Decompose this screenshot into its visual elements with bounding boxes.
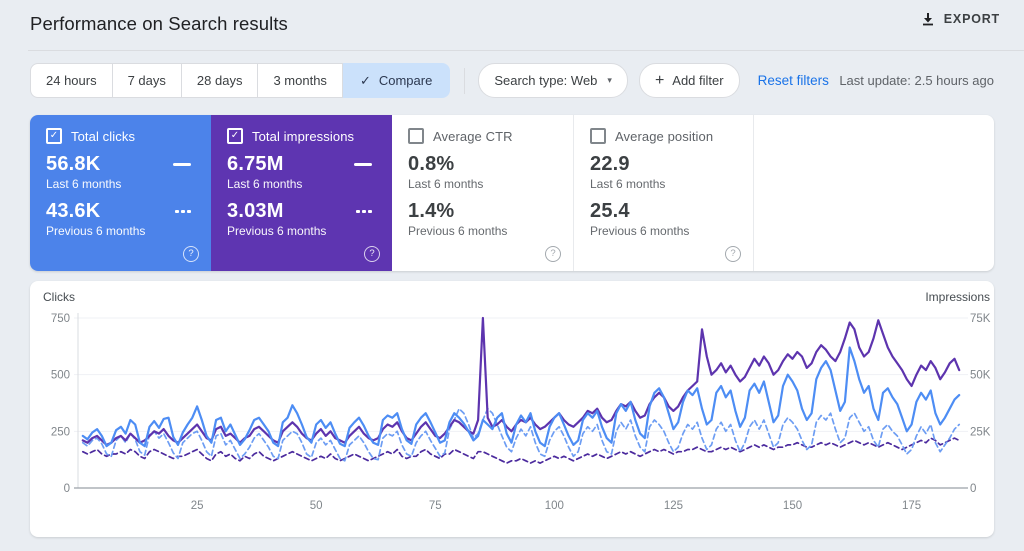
header-divider bbox=[28, 50, 1024, 51]
metric-value-previous: 1.4% bbox=[408, 200, 455, 222]
metric-caption-current: Last 6 months bbox=[590, 177, 666, 191]
export-label: EXPORT bbox=[943, 12, 1000, 26]
right-axis-tick: 50K bbox=[970, 370, 991, 382]
checkmark-icon: ✓ bbox=[49, 130, 59, 141]
metric-caption-current: Last 6 months bbox=[408, 177, 484, 191]
x-axis-tick: 75 bbox=[429, 500, 442, 512]
metric-caption-current: Last 6 months bbox=[46, 177, 122, 191]
metric-caption-previous: Previous 6 months bbox=[408, 224, 508, 238]
right-axis-tick: 0 bbox=[970, 483, 976, 495]
help-icon[interactable]: ? bbox=[545, 246, 561, 262]
plus-icon: + bbox=[654, 71, 665, 89]
add-filter-label: Add filter bbox=[672, 73, 724, 88]
metric-caption-previous: Previous 6 months bbox=[590, 224, 690, 238]
x-axis-tick: 175 bbox=[902, 500, 921, 512]
reset-filters-link[interactable]: Reset filters bbox=[758, 73, 829, 88]
left-axis-tick: 750 bbox=[51, 313, 70, 325]
x-axis-tick: 100 bbox=[545, 500, 564, 512]
page-title: Performance on Search results bbox=[30, 13, 288, 34]
metric-value-previous: 25.4 bbox=[590, 200, 630, 222]
add-filter-button[interactable]: + Add filter bbox=[638, 63, 740, 98]
date-chip-24-hours[interactable]: 24 hours bbox=[30, 63, 113, 98]
metric-card-label: Average position bbox=[615, 128, 714, 144]
left-axis-tick: 250 bbox=[51, 426, 70, 438]
metric-card-average-ctr[interactable]: Average CTR 0.8% Last 6 months 1.4% Prev… bbox=[392, 115, 573, 271]
left-axis-tick: 0 bbox=[64, 483, 70, 495]
checkbox-total-clicks[interactable]: ✓ bbox=[46, 128, 62, 144]
compare-label: Compare bbox=[378, 73, 433, 88]
search-type-label: Search type: Web bbox=[494, 73, 598, 88]
x-axis-tick: 150 bbox=[783, 500, 802, 512]
date-range-control: 24 hours 7 days 28 days 3 months ✓ Compa… bbox=[30, 63, 451, 98]
metric-card-label: Total impressions bbox=[252, 128, 355, 144]
metric-card-label: Average CTR bbox=[433, 128, 513, 144]
metric-value-current: 22.9 bbox=[590, 153, 630, 175]
metric-caption-previous: Previous 6 months bbox=[227, 224, 327, 238]
filter-bar: 24 hours 7 days 28 days 3 months ✓ Compa… bbox=[30, 63, 994, 98]
dashed-line-legend-icon bbox=[356, 209, 372, 213]
search-type-dropdown[interactable]: Search type: Web ▾ bbox=[478, 63, 628, 98]
metric-cards-panel: ✓ Total clicks 56.8K Last 6 months 43.6K… bbox=[30, 115, 994, 271]
checkbox-average-ctr[interactable] bbox=[408, 128, 424, 144]
checkmark-icon: ✓ bbox=[230, 130, 240, 141]
search-console-performance-page: Performance on Search results EXPORT 24 … bbox=[0, 0, 1024, 551]
help-icon[interactable]: ? bbox=[725, 246, 741, 262]
filter-divider bbox=[464, 67, 466, 94]
checkbox-average-position[interactable] bbox=[590, 128, 606, 144]
line-chart[interactable]: 0 250 500 750 0 25K 50K 75K 25 50 75 100 125 150 175 bbox=[30, 281, 994, 537]
help-icon[interactable]: ? bbox=[183, 246, 199, 262]
metric-value-current: 0.8% bbox=[408, 153, 455, 175]
left-axis-tick: 500 bbox=[51, 370, 70, 382]
checkmark-icon: ✓ bbox=[359, 72, 371, 88]
metric-value-previous: 43.6K bbox=[46, 200, 101, 222]
date-chip-compare[interactable]: ✓ Compare bbox=[342, 63, 451, 98]
date-chip-7-days[interactable]: 7 days bbox=[112, 63, 182, 98]
x-axis-tick: 50 bbox=[310, 500, 323, 512]
date-chip-3-months[interactable]: 3 months bbox=[258, 63, 343, 98]
solid-line-legend-icon bbox=[173, 162, 191, 166]
checkbox-total-impressions[interactable]: ✓ bbox=[227, 128, 243, 144]
last-update-text: Last update: 2.5 hours ago bbox=[839, 73, 994, 88]
help-icon[interactable]: ? bbox=[364, 246, 380, 262]
metric-value-previous: 3.03M bbox=[227, 200, 284, 222]
metric-card-total-clicks[interactable]: ✓ Total clicks 56.8K Last 6 months 43.6K… bbox=[30, 115, 211, 271]
metric-card-total-impressions[interactable]: ✓ Total impressions 6.75M Last 6 months … bbox=[211, 115, 392, 271]
x-axis-tick: 125 bbox=[664, 500, 683, 512]
right-axis-tick: 75K bbox=[970, 313, 991, 325]
chevron-down-icon: ▾ bbox=[607, 75, 612, 85]
x-axis-tick: 25 bbox=[191, 500, 204, 512]
solid-line-legend-icon bbox=[354, 162, 372, 166]
metric-value-current: 56.8K bbox=[46, 153, 101, 175]
date-chip-28-days[interactable]: 28 days bbox=[181, 63, 259, 98]
metric-card-label: Total clicks bbox=[71, 128, 136, 144]
dashed-line-legend-icon bbox=[175, 209, 191, 213]
metric-card-average-position[interactable]: Average position 22.9 Last 6 months 25.4… bbox=[573, 115, 754, 271]
metric-value-current: 6.75M bbox=[227, 153, 284, 175]
metric-caption-previous: Previous 6 months bbox=[46, 224, 146, 238]
performance-chart-panel: Clicks Impressions 0 250 500 750 0 25K 50K 75K 2… bbox=[30, 281, 994, 537]
right-axis-tick: 25K bbox=[970, 426, 991, 438]
export-button[interactable]: EXPORT bbox=[921, 12, 1000, 26]
download-icon bbox=[921, 12, 935, 26]
metric-caption-current: Last 6 months bbox=[227, 177, 303, 191]
